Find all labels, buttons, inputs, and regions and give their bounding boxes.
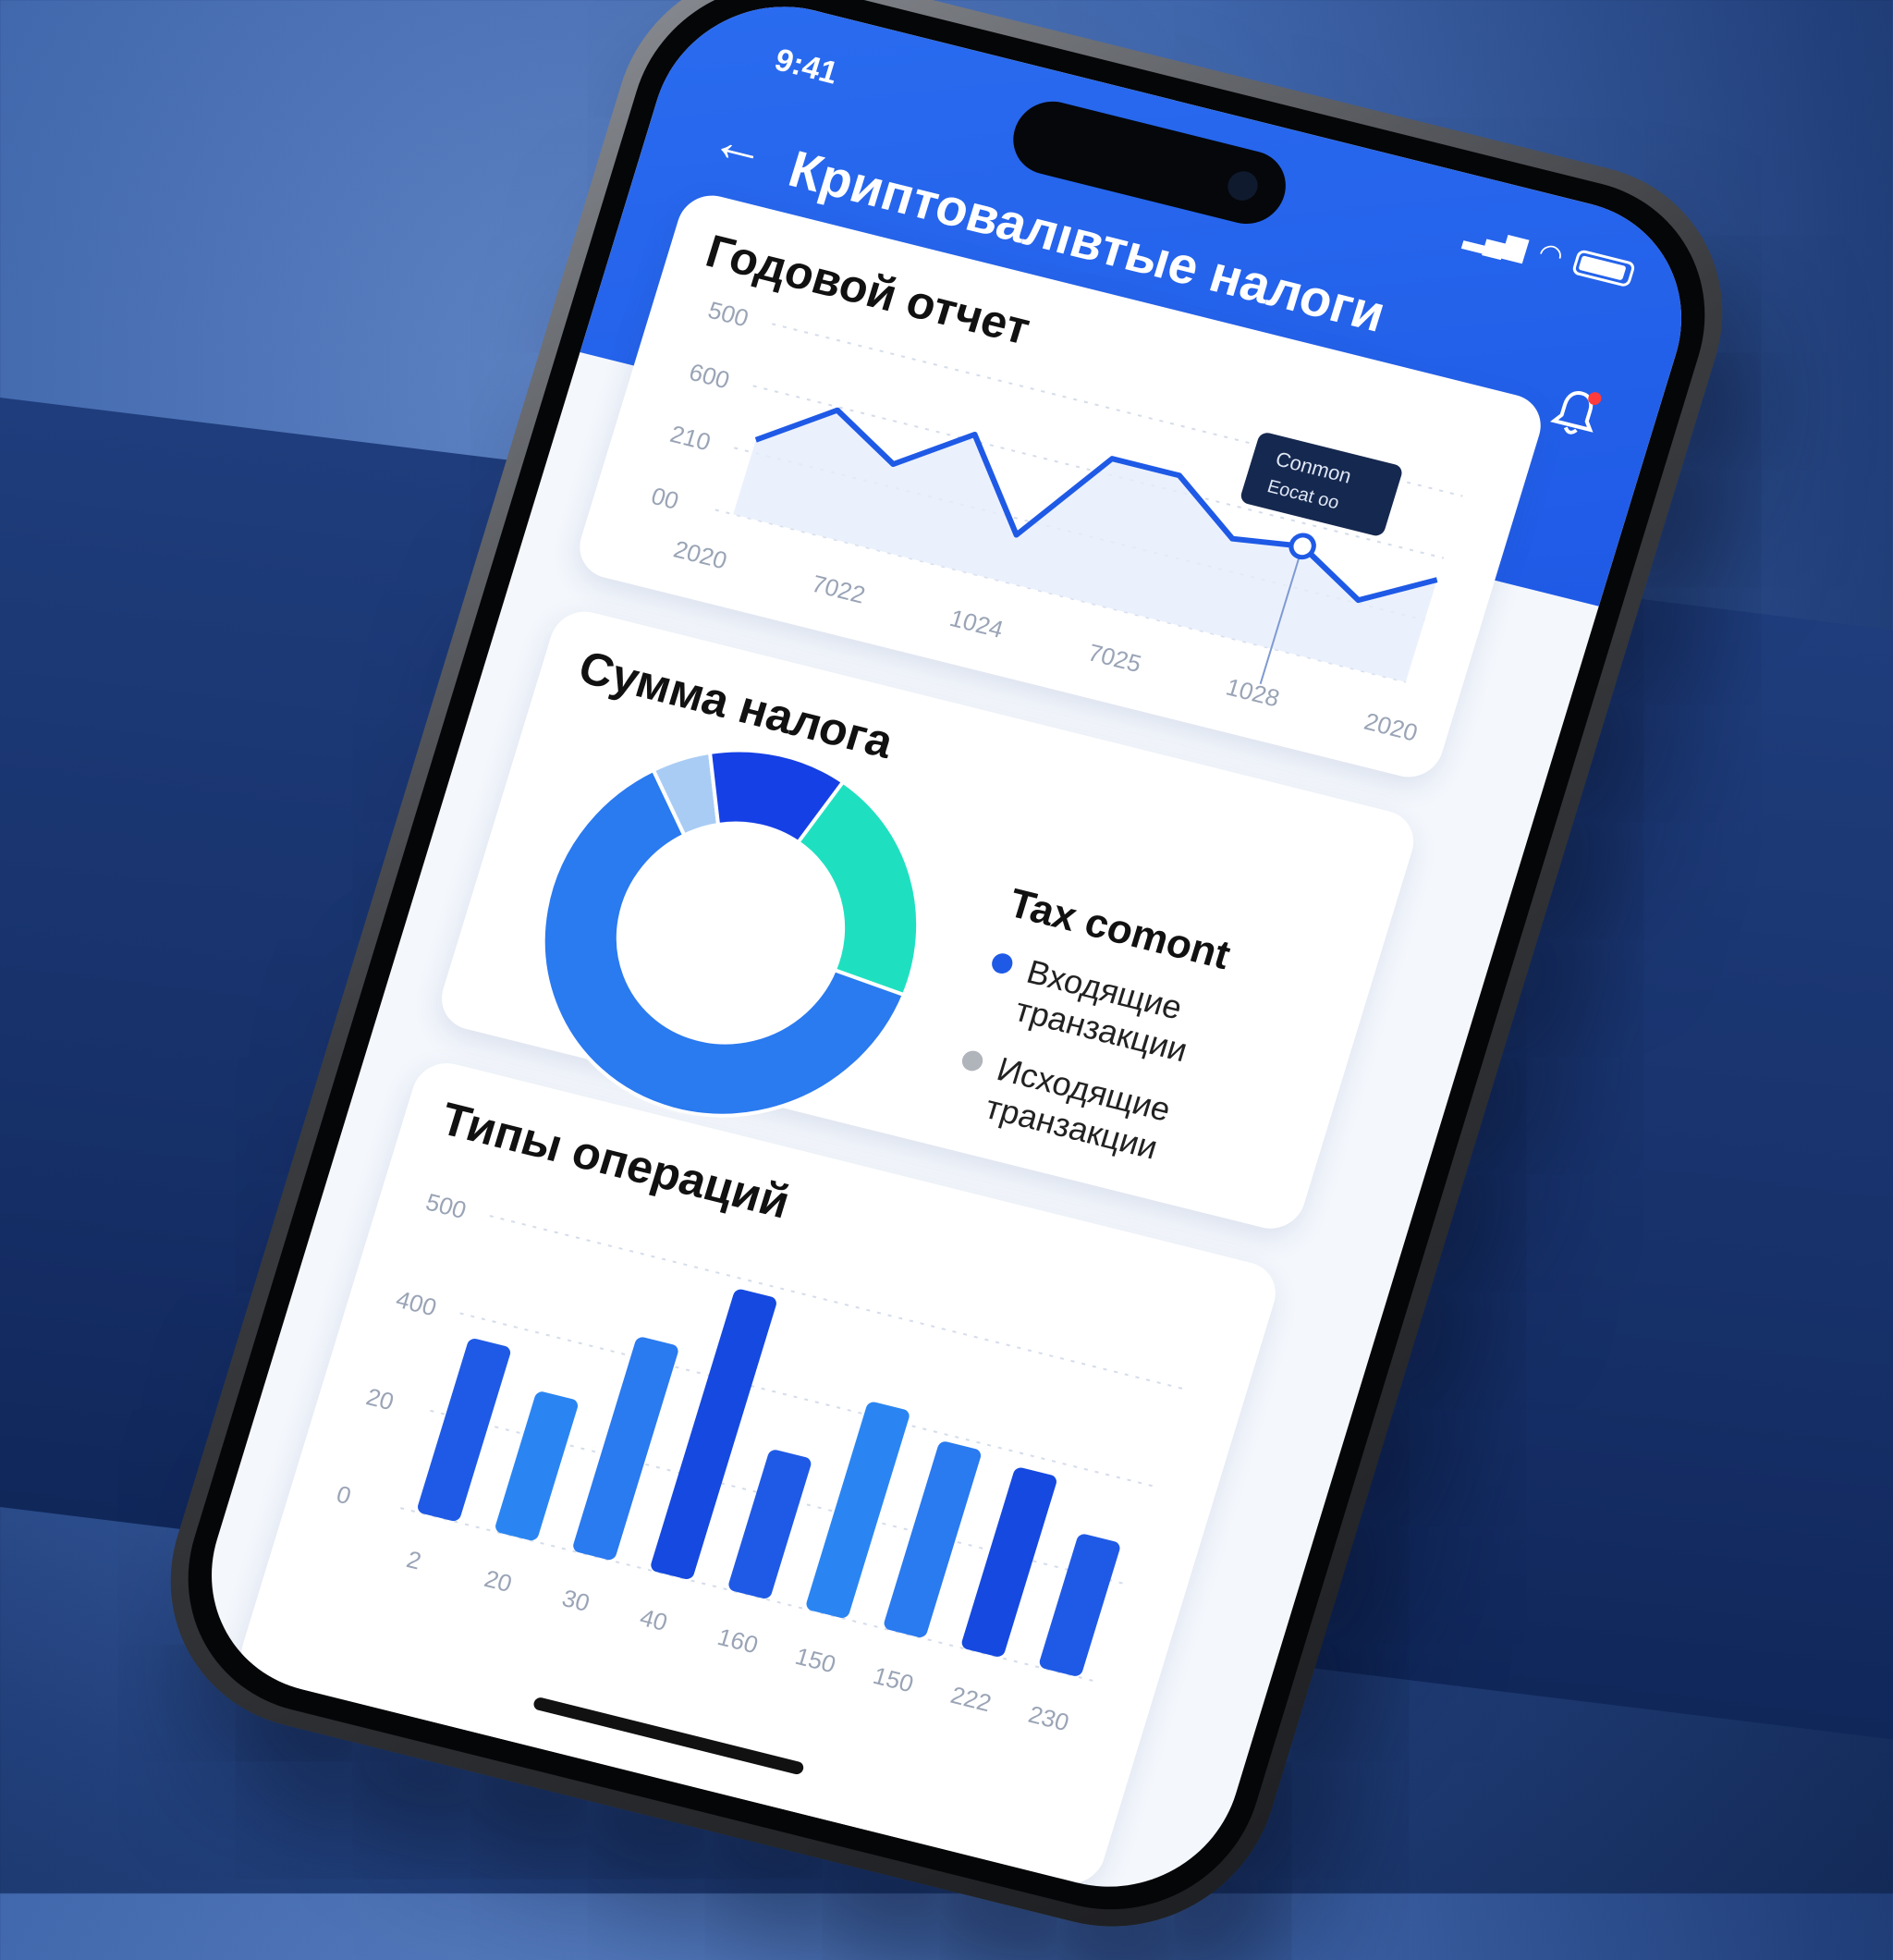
tooltip bbox=[1240, 433, 1402, 536]
status-icons: ▂▄▆ ◠ bbox=[1461, 218, 1637, 290]
x-tick-label: 160 bbox=[714, 1623, 762, 1659]
y-tick-label: 600 bbox=[686, 358, 733, 394]
y-gridline bbox=[489, 1215, 1190, 1391]
signal-icon: ▂▄▆ bbox=[1461, 218, 1532, 263]
battery-icon bbox=[1570, 248, 1637, 288]
wifi-icon: ◠ bbox=[1534, 237, 1568, 273]
line-area-fill bbox=[733, 410, 1437, 682]
legend-dot bbox=[959, 1048, 985, 1073]
x-tick-label: 150 bbox=[792, 1642, 839, 1678]
back-arrow-icon[interactable]: ← bbox=[704, 107, 776, 180]
x-tick-label: 40 bbox=[637, 1603, 671, 1636]
y-tick-label: 400 bbox=[393, 1285, 440, 1321]
x-tick-label: 222 bbox=[947, 1681, 995, 1717]
x-tick-label: 2020 bbox=[1361, 707, 1421, 747]
bar[interactable] bbox=[960, 1466, 1058, 1659]
x-tick-label: 20 bbox=[482, 1564, 516, 1598]
y-tick-label: 210 bbox=[667, 420, 714, 456]
y-tick-label: 500 bbox=[705, 296, 752, 332]
x-tick-label: 7025 bbox=[1085, 638, 1145, 678]
notification-bell-icon[interactable] bbox=[1545, 383, 1606, 444]
bar[interactable] bbox=[727, 1449, 812, 1600]
x-tick-label: 2 bbox=[404, 1545, 425, 1574]
bar[interactable] bbox=[1038, 1533, 1122, 1678]
y-tick-label: 0 bbox=[334, 1480, 355, 1510]
bar[interactable] bbox=[883, 1440, 983, 1639]
x-tick-label: 30 bbox=[559, 1584, 593, 1617]
x-tick-label: 1028 bbox=[1223, 673, 1283, 713]
y-tick-label: 00 bbox=[648, 482, 682, 515]
x-tick-label: 2020 bbox=[670, 535, 730, 575]
bar[interactable] bbox=[494, 1390, 580, 1542]
x-tick-label: 150 bbox=[870, 1661, 917, 1697]
x-tick-label: 7022 bbox=[809, 570, 869, 609]
y-tick-label: 500 bbox=[422, 1188, 470, 1224]
x-tick-label: 1024 bbox=[946, 604, 1007, 643]
x-tick-label: 230 bbox=[1025, 1700, 1072, 1736]
legend-dot bbox=[989, 950, 1016, 976]
bar[interactable] bbox=[416, 1337, 512, 1523]
status-time: 9:41 bbox=[770, 42, 842, 92]
y-tick-label: 20 bbox=[363, 1382, 397, 1415]
